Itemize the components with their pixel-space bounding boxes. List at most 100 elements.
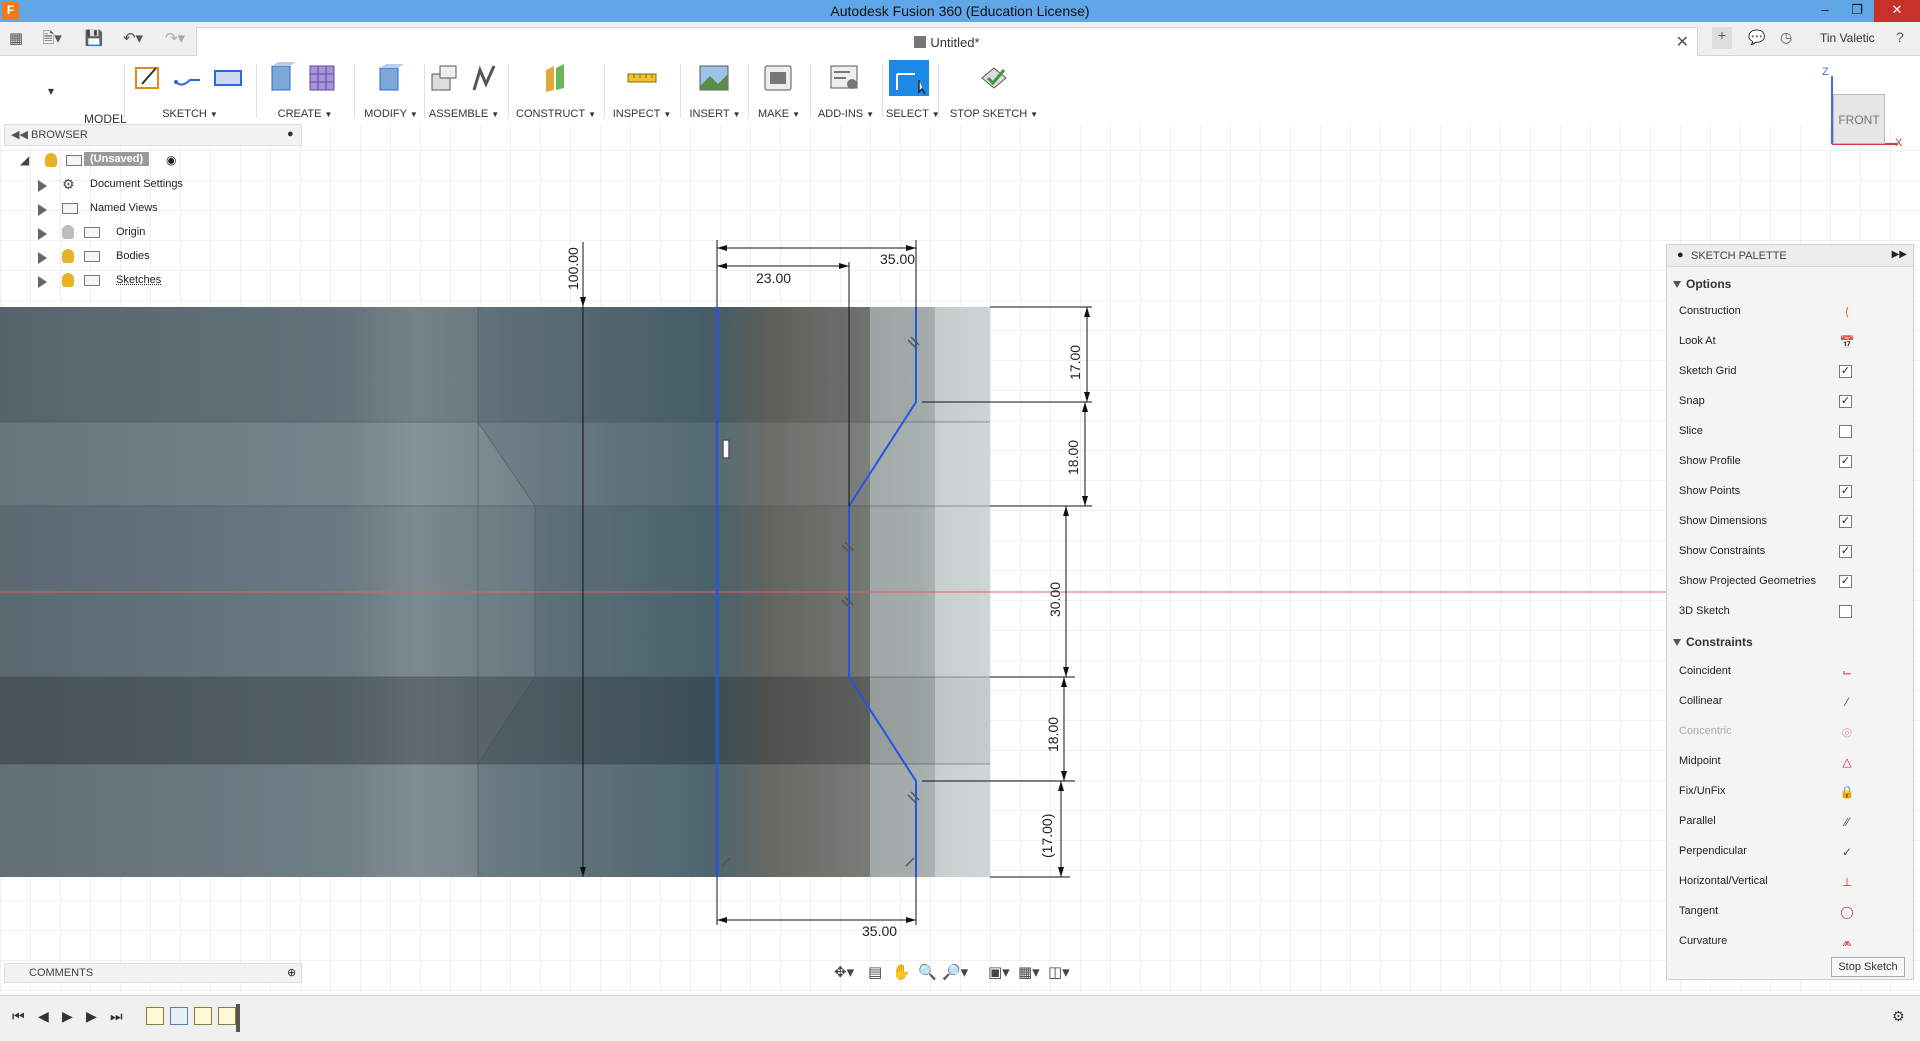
viewports-icon[interactable]: ◫▾: [1048, 963, 1070, 981]
undo-icon[interactable]: ↶▾: [116, 29, 150, 49]
close-window-button[interactable]: ✕: [1874, 0, 1920, 22]
visibility-bulb-icon[interactable]: [62, 225, 74, 239]
create-sketch-icon[interactable]: [132, 62, 164, 94]
make-group[interactable]: MAKE ▼: [752, 56, 806, 126]
stop-sketch-button[interactable]: Stop Sketch: [1831, 957, 1905, 977]
palette-option-construction[interactable]: Construction ⟨: [1679, 302, 1901, 322]
new-component-icon[interactable]: [428, 62, 460, 94]
tree-root[interactable]: ◢ (Unsaved) ◉: [0, 150, 300, 172]
dimension-18-upper[interactable]: 18.00: [1065, 440, 1081, 475]
timeline-sketch-feature-icon[interactable]: [146, 1007, 164, 1025]
create-group[interactable]: CREATE ▼: [262, 56, 348, 126]
modify-group[interactable]: MODIFY ▼: [360, 56, 422, 126]
3d-sketch-checkbox[interactable]: [1839, 605, 1852, 618]
expand-icon[interactable]: [38, 252, 47, 264]
palette-option-3d-sketch[interactable]: 3D Sketch: [1679, 602, 1901, 622]
joint-icon[interactable]: [468, 62, 500, 94]
3d-print-icon[interactable]: [762, 62, 794, 94]
document-tab[interactable]: Untitled* ✕: [196, 27, 1698, 56]
job-status-icon[interactable]: 💬: [1748, 29, 1765, 46]
constraint-perpendicular[interactable]: Perpendicular ✓: [1679, 842, 1901, 862]
history-icon[interactable]: ◷: [1780, 29, 1792, 46]
dimension-18-lower[interactable]: 18.00: [1045, 717, 1061, 752]
minimize-button[interactable]: –: [1808, 0, 1842, 22]
user-name[interactable]: Tin Valetic: [1820, 31, 1875, 45]
palette-option-show-profile[interactable]: Show Profile ✓: [1679, 452, 1901, 472]
dimension-35-top[interactable]: 35.00: [880, 251, 915, 267]
tangent-icon[interactable]: ◯: [1839, 905, 1855, 919]
slice-checkbox[interactable]: [1839, 425, 1852, 438]
view-cube-front-face[interactable]: FRONT: [1833, 94, 1885, 144]
tree-item-bodies[interactable]: Bodies: [0, 246, 300, 268]
constraint-fix-unfix[interactable]: Fix/UnFix 🔒: [1679, 782, 1901, 802]
go-to-start-icon[interactable]: ⏮: [12, 1008, 25, 1025]
restore-button[interactable]: ❐: [1840, 0, 1874, 22]
dimension-30[interactable]: 30.00: [1047, 582, 1063, 617]
construction-icon[interactable]: ⟨: [1839, 305, 1855, 319]
select-group[interactable]: SELECT ▼: [886, 56, 940, 126]
fix-icon[interactable]: 🔒: [1839, 785, 1855, 799]
constraint-parallel[interactable]: Parallel ∕∕: [1679, 812, 1901, 832]
dimension-100[interactable]: 100.00: [565, 247, 581, 290]
collapse-root-icon[interactable]: ◢: [20, 153, 29, 167]
visibility-bulb-icon[interactable]: [62, 273, 74, 287]
visibility-bulb-icon[interactable]: [62, 249, 74, 263]
browser-panel-header[interactable]: ◀◀ BROWSER ●: [4, 124, 302, 146]
show-dimensions-checkbox[interactable]: ✓: [1839, 515, 1852, 528]
dimension-35-bottom[interactable]: 35.00: [862, 923, 897, 939]
look-at-icon[interactable]: 📅: [1839, 335, 1855, 349]
go-to-end-icon[interactable]: ⏭: [110, 1008, 123, 1025]
timeline-revolve-feature-icon[interactable]: [170, 1007, 188, 1025]
sketch-palette-header[interactable]: ● SKETCH PALETTE ▶▶: [1667, 245, 1913, 267]
save-icon[interactable]: 💾: [84, 29, 104, 49]
expand-icon[interactable]: [38, 204, 47, 216]
midpoint-icon[interactable]: △: [1839, 755, 1855, 769]
constraints-section-header[interactable]: Constraints: [1673, 635, 1753, 649]
palette-option-sketch-grid[interactable]: Sketch Grid ✓: [1679, 362, 1901, 382]
rectangle-icon[interactable]: [212, 62, 244, 94]
expand-palette-icon[interactable]: ▶▶: [1892, 249, 1907, 260]
comments-panel-header[interactable]: COMMENTS ⊕: [4, 963, 302, 983]
new-tab-button[interactable]: +: [1712, 27, 1732, 49]
line-icon[interactable]: [172, 62, 204, 94]
timeline-sketch-feature-icon[interactable]: [194, 1007, 212, 1025]
offset-plane-icon[interactable]: [540, 62, 572, 94]
palette-option-look-at[interactable]: Look At 📅: [1679, 332, 1901, 352]
file-menu-icon[interactable]: 🗎▾: [38, 29, 66, 49]
inspect-group[interactable]: INSPECT ▼: [608, 56, 676, 126]
insert-image-icon[interactable]: [698, 62, 730, 94]
step-forward-icon[interactable]: ▶: [86, 1008, 97, 1025]
root-component-name[interactable]: (Unsaved): [84, 152, 150, 166]
tree-item-sketches[interactable]: Sketches: [0, 270, 300, 292]
assemble-group[interactable]: ASSEMBLE ▼: [428, 56, 500, 126]
zoom-icon[interactable]: 🔍: [918, 963, 937, 981]
construct-group[interactable]: CONSTRUCT ▼: [514, 56, 598, 126]
show-profile-checkbox[interactable]: ✓: [1839, 455, 1852, 468]
help-icon[interactable]: ?: [1896, 29, 1904, 45]
close-tab-icon[interactable]: ✕: [1676, 32, 1689, 52]
show-points-checkbox[interactable]: ✓: [1839, 485, 1852, 498]
timeline-marker[interactable]: [236, 1004, 240, 1032]
curvature-icon[interactable]: ⩕: [1839, 935, 1855, 949]
constraint-midpoint[interactable]: Midpoint △: [1679, 752, 1901, 772]
constraint-tangent[interactable]: Tangent ◯: [1679, 902, 1901, 922]
dimension-23[interactable]: 23.00: [756, 270, 791, 286]
snap-checkbox[interactable]: ✓: [1839, 395, 1852, 408]
constraint-curvature[interactable]: Curvature ⩕: [1679, 932, 1901, 952]
palette-option-show-points[interactable]: Show Points ✓: [1679, 482, 1901, 502]
tree-item-document-settings[interactable]: ⚙ Document Settings: [0, 174, 300, 196]
app-grid-icon[interactable]: ▦: [6, 29, 26, 49]
show-constraints-checkbox[interactable]: ✓: [1839, 545, 1852, 558]
visibility-bulb-icon[interactable]: [45, 153, 57, 167]
collapse-browser-icon[interactable]: ◀◀: [11, 128, 28, 141]
palette-option-snap[interactable]: Snap ✓: [1679, 392, 1901, 412]
expand-icon[interactable]: [38, 180, 47, 192]
show-projected-geometries-checkbox[interactable]: ✓: [1839, 575, 1852, 588]
constraint-horizontal-vertical[interactable]: Horizontal/Vertical ⊥: [1679, 872, 1901, 892]
collinear-icon[interactable]: ⁄: [1839, 695, 1855, 709]
view-cube[interactable]: Z FRONT X: [1822, 66, 1906, 152]
browser-options-icon[interactable]: ●: [287, 128, 294, 140]
display-settings-icon[interactable]: ▣▾: [988, 963, 1010, 981]
insert-group[interactable]: INSERT ▼: [684, 56, 746, 126]
horizontal-vertical-icon[interactable]: ⊥: [1839, 875, 1855, 889]
